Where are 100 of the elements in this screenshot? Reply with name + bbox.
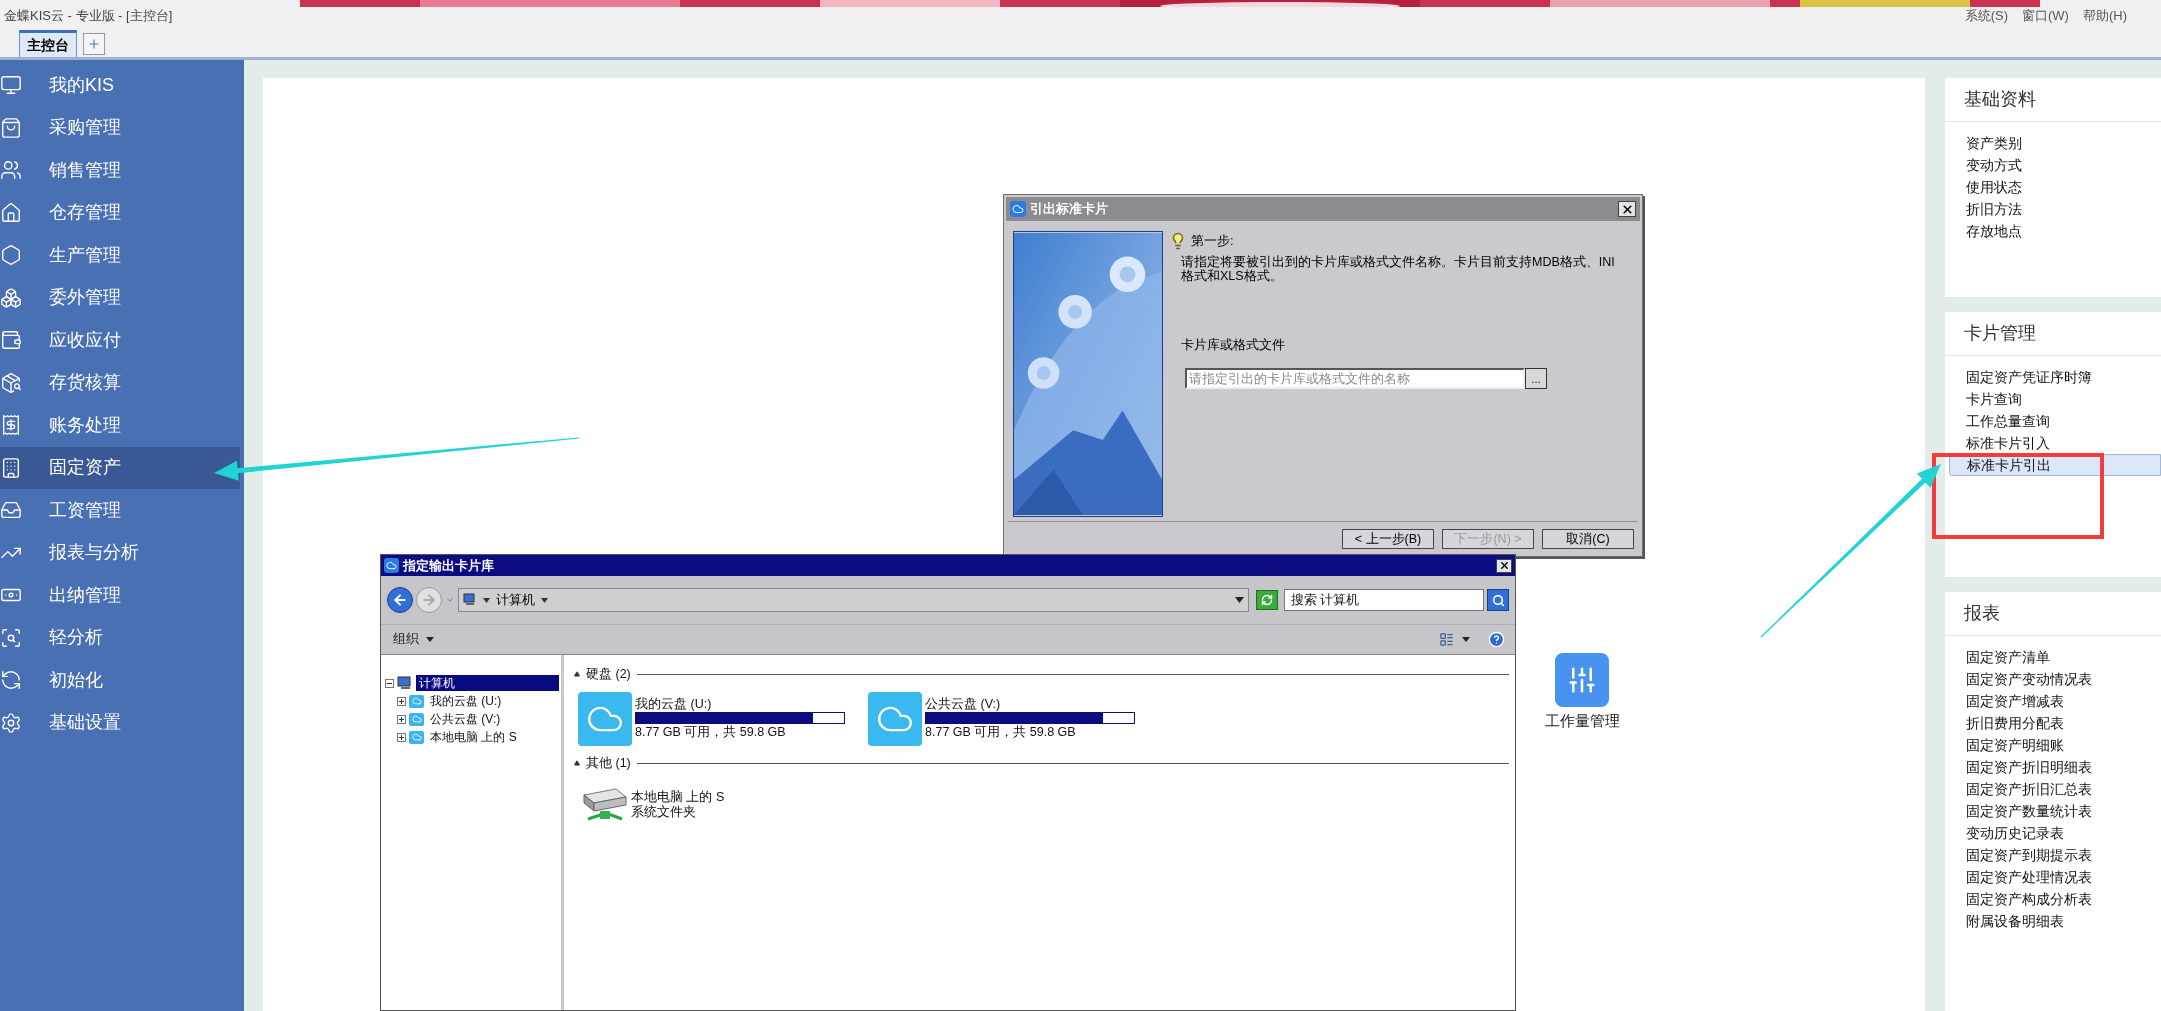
tree-item[interactable]: 我的云盘 (U:): [427, 693, 505, 709]
search-icon: [1491, 593, 1505, 607]
dialog-title: 引出标准卡片: [1030, 200, 1109, 219]
menu-item[interactable]: 帮助(H): [2082, 6, 2127, 26]
sidebar-item[interactable]: 应收应付: [0, 319, 240, 362]
sidebar-item[interactable]: 生产管理: [0, 234, 240, 277]
drive-name[interactable]: 我的云盘 (U:): [635, 697, 858, 713]
sidebar-item[interactable]: 轻分析: [0, 616, 240, 659]
collapse-toggle[interactable]: [385, 678, 394, 688]
caret-icon[interactable]: [1462, 637, 1470, 642]
wizard-button[interactable]: < 上一步(B): [1342, 529, 1434, 549]
panel-link[interactable]: 固定资产构成分析表: [1949, 888, 2161, 910]
search-button[interactable]: [1487, 589, 1509, 611]
new-tab-button[interactable]: [83, 33, 105, 55]
refresh-icon: [0, 669, 22, 692]
help-icon[interactable]: [1488, 631, 1505, 648]
panel-link[interactable]: 折旧方法: [1949, 198, 2161, 220]
panel-link[interactable]: 固定资产变动情况表: [1949, 668, 2161, 690]
tab[interactable]: 主控台: [19, 30, 77, 57]
sliders-app-icon: [1555, 653, 1609, 707]
monitor-icon: [0, 74, 22, 97]
tree-item[interactable]: 公共云盘 (V:): [427, 711, 504, 727]
panel-link[interactable]: 固定资产凭证序时簿: [1949, 366, 2161, 388]
collapse-triangle-icon[interactable]: [574, 671, 580, 678]
group-header[interactable]: 硬盘 (2): [586, 665, 631, 684]
menu-item[interactable]: 窗口(W): [2022, 6, 2069, 26]
panel-link[interactable]: 折旧费用分配表: [1949, 712, 2161, 734]
computer-icon: [463, 593, 477, 607]
refresh-icon: [1261, 594, 1273, 606]
tree-item[interactable]: 本地电脑 上的 S: [427, 729, 520, 745]
sidebar-item[interactable]: 出纳管理: [0, 574, 240, 617]
panel-link[interactable]: 存放地点: [1949, 220, 2161, 242]
sidebar-item[interactable]: 仓存管理: [0, 191, 240, 234]
sidebar-item[interactable]: 销售管理: [0, 149, 240, 192]
step-title: 第一步:: [1191, 232, 1234, 250]
panel-link[interactable]: 使用状态: [1949, 176, 2161, 198]
panel-link[interactable]: 工作总量查询: [1949, 410, 2161, 432]
organize-button[interactable]: 组织: [391, 630, 436, 649]
card-title: 基础资料: [1964, 88, 2036, 111]
dialog-title: 指定输出卡片库: [403, 556, 495, 575]
sidebar-item[interactable]: 报表与分析: [0, 531, 240, 574]
card-title: 报表: [1964, 602, 2000, 625]
cloud-app-icon: [1010, 201, 1026, 217]
panel-link[interactable]: 固定资产折旧汇总表: [1949, 778, 2161, 800]
sidebar-item[interactable]: 基础设置: [0, 701, 240, 744]
collapse-triangle-icon[interactable]: [574, 760, 580, 767]
folder-name[interactable]: 本地电脑 上的 S: [631, 789, 725, 805]
sidebar-item[interactable]: 存货核算: [0, 361, 240, 404]
close-button[interactable]: [1496, 558, 1512, 573]
cloud-drive-icon: [868, 691, 922, 746]
sidebar-item[interactable]: 初始化: [0, 659, 240, 702]
dropdown-caret-icon[interactable]: [1235, 597, 1244, 603]
group-header[interactable]: 其他 (1): [586, 753, 631, 773]
drive-name[interactable]: 公共云盘 (V:): [925, 697, 1148, 713]
sidebar-item[interactable]: 采购管理: [0, 106, 240, 149]
house-icon: [0, 201, 22, 224]
sidebar-item[interactable]: 我的KIS: [0, 64, 240, 107]
cloud-drive-icon: [409, 730, 424, 744]
address-text: 计算机: [496, 591, 535, 609]
panel-link[interactable]: 卡片查询: [1949, 388, 2161, 410]
menu-item[interactable]: 系统(S): [1964, 6, 2008, 26]
panel-link[interactable]: 附属设备明细表: [1949, 910, 2161, 932]
package-search-icon: [0, 371, 22, 394]
cloud-drive-icon: [409, 712, 424, 726]
forward-arrow-icon: [421, 592, 437, 608]
tree-item[interactable]: 计算机: [416, 675, 559, 691]
close-button[interactable]: [1618, 201, 1636, 217]
address-bar[interactable]: 计算机: [458, 588, 1249, 612]
sidebar-item[interactable]: 账务处理: [0, 404, 240, 447]
panel-link[interactable]: 固定资产到期提示表: [1949, 844, 2161, 866]
search-field[interactable]: 搜索 计算机: [1284, 589, 1484, 611]
panel-link[interactable]: 变动方式: [1949, 154, 2161, 176]
expand-toggle[interactable]: [397, 696, 406, 706]
panel-link[interactable]: 固定资产折旧明细表: [1949, 756, 2161, 778]
sidebar-item[interactable]: 委外管理: [0, 276, 240, 319]
panel-link[interactable]: 资产类别: [1949, 132, 2161, 154]
caret-icon: [426, 637, 434, 642]
panel-link[interactable]: 标准卡片引入: [1949, 432, 2161, 454]
view-options-icon[interactable]: [1439, 632, 1454, 647]
shortcut[interactable]: 工作量管理: [1537, 653, 1627, 733]
refresh-button[interactable]: [1256, 590, 1278, 610]
computer-icon: [397, 676, 413, 690]
back-button[interactable]: [387, 587, 413, 613]
panel-link[interactable]: 固定资产增减表: [1949, 690, 2161, 712]
panel-link[interactable]: 固定资产清单: [1949, 646, 2161, 668]
panel-link[interactable]: 固定资产数量统计表: [1949, 800, 2161, 822]
panel-link[interactable]: 变动历史记录表: [1949, 822, 2161, 844]
settings-icon: [0, 711, 22, 734]
panel-link[interactable]: 固定资产处理情况表: [1949, 866, 2161, 888]
field-label: 卡片库或格式文件: [1181, 335, 1286, 354]
window-title: 金蝶KIS云 - 专业版 - [主控台]: [4, 7, 174, 26]
expand-toggle[interactable]: [397, 732, 406, 742]
sidebar-item[interactable]: 固定资产: [0, 446, 240, 489]
file-input-field[interactable]: 请指定引出的卡片库或格式文件的名称: [1185, 368, 1525, 389]
wizard-button[interactable]: 取消(C): [1542, 529, 1634, 549]
browse-button[interactable]: ...: [1525, 368, 1547, 389]
sidebar-item[interactable]: 工资管理: [0, 489, 240, 532]
panel-link[interactable]: 固定资产明细账: [1949, 734, 2161, 756]
expand-toggle[interactable]: [397, 714, 406, 724]
drive-space-info: 8.77 GB 可用，共 59.8 GB: [635, 724, 787, 741]
